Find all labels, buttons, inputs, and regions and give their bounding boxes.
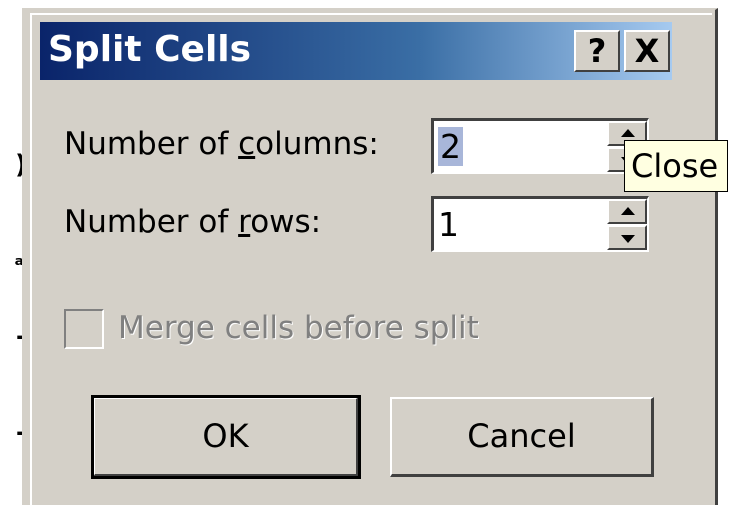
title-bar[interactable]: Split Cells ? X (40, 22, 672, 80)
merge-cells-label: Merge cells before split (118, 310, 479, 346)
rows-increment-button[interactable] (607, 199, 647, 224)
question-mark-icon: ? (587, 32, 607, 70)
close-x-icon: X (634, 32, 660, 70)
rows-decrement-button[interactable] (607, 225, 647, 250)
triangle-up-icon (621, 207, 635, 215)
close-tooltip: Close (624, 140, 728, 192)
triangle-up-icon (621, 129, 635, 137)
ok-button[interactable]: OK (91, 395, 361, 479)
rows-label: Number of rows: (64, 204, 322, 240)
rows-input[interactable]: 1 (438, 205, 459, 244)
rows-spinner[interactable]: 1 (431, 196, 649, 252)
cancel-button[interactable]: Cancel (390, 397, 654, 477)
dialog-title: Split Cells (48, 29, 252, 70)
columns-spinner[interactable]: 2 (431, 118, 649, 174)
triangle-down-icon (621, 235, 635, 243)
help-button[interactable]: ? (574, 30, 620, 72)
columns-label: Number of columns: (64, 126, 379, 162)
merge-cells-checkbox[interactable] (64, 309, 104, 349)
rows-spin-buttons (607, 199, 647, 250)
columns-input[interactable]: 2 (438, 127, 463, 166)
close-button[interactable]: X (624, 30, 670, 72)
